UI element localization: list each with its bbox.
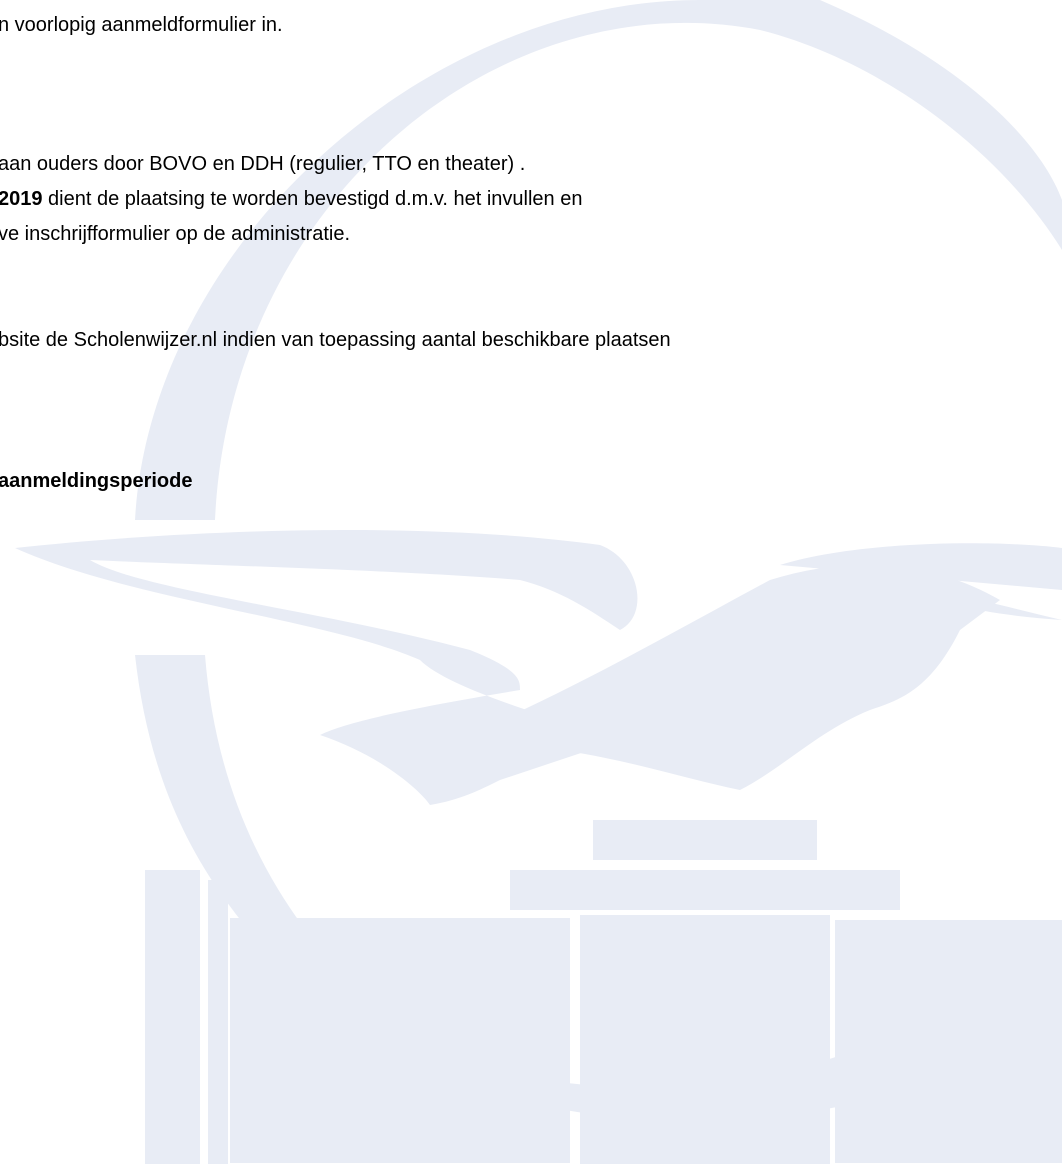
- document-text: n voorlopig aanmeldformulier in. aan oud…: [0, 0, 1062, 1164]
- text-line-6-heading: aanmeldingsperiode: [0, 468, 193, 494]
- text-line-1: n voorlopig aanmeldformulier in.: [0, 12, 283, 38]
- text-line-3: 2019 dient de plaatsing te worden bevest…: [0, 186, 582, 212]
- text-line-6-content: aanmeldingsperiode: [0, 470, 193, 492]
- text-line-3-bold: 2019: [0, 188, 43, 210]
- text-line-5: bsite de Scholenwijzer.nl indien van toe…: [0, 327, 671, 353]
- text-line-5-content: bsite de Scholenwijzer.nl indien van toe…: [0, 329, 671, 351]
- text-line-4-content: ve inschrijfformulier op de administrati…: [0, 223, 351, 245]
- document-page: n voorlopig aanmeldformulier in. aan oud…: [0, 0, 1062, 1164]
- text-line-3-content: dient de plaatsing te worden bevestigd d…: [42, 188, 583, 210]
- text-line-4: ve inschrijfformulier op de administrati…: [0, 221, 350, 247]
- text-line-2: aan ouders door BOVO en DDH (regulier, T…: [0, 151, 525, 177]
- text-line-1-content: n voorlopig aanmeldformulier in.: [0, 14, 283, 36]
- text-line-2-content: aan ouders door BOVO en DDH (regulier, T…: [0, 153, 526, 175]
